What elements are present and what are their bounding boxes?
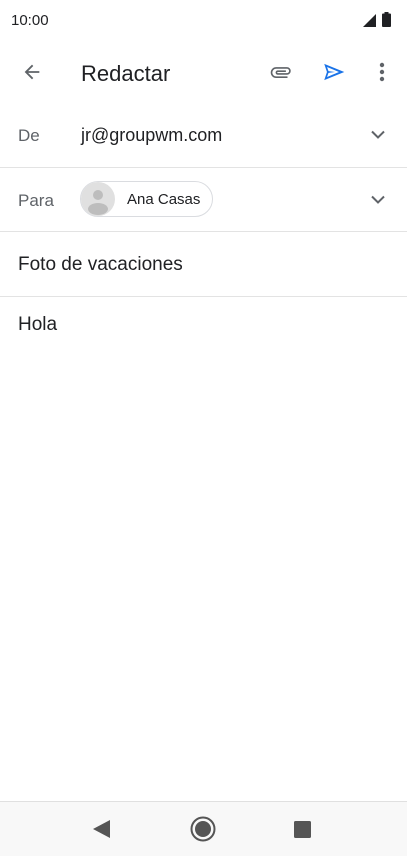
status-time: 10:00 [11,12,49,29]
nav-back-icon[interactable] [93,820,111,838]
subject-field[interactable]: Foto de vacaciones [18,254,183,276]
chevron-down-icon[interactable] [371,130,385,139]
recipient-chip[interactable]: Ana Casas [80,181,213,217]
send-button[interactable] [316,54,352,90]
navigation-bar [0,801,407,856]
from-account[interactable]: jr@groupwm.com [81,125,222,146]
message-body[interactable]: Hola [18,314,57,336]
from-label: De [18,126,40,145]
to-row[interactable]: Para Ana Casas [0,168,407,232]
send-icon [324,63,345,81]
back-arrow-icon [24,64,40,80]
from-row[interactable]: De jr@groupwm.com [0,104,407,168]
avatar-placeholder-icon [88,190,108,215]
signal-icon [363,14,376,27]
status-bar: 10:00 [0,0,407,40]
subject-row[interactable]: Foto de vacaciones [0,232,407,297]
avatar [81,182,115,216]
back-button[interactable] [14,54,50,90]
battery-icon [382,12,391,27]
more-options-button[interactable] [366,54,398,90]
compose-toolbar: Redactar [0,40,407,104]
to-label: Para [18,191,54,210]
attach-button[interactable] [262,54,300,90]
nav-recents-icon[interactable] [294,821,311,838]
more-vert-icon [379,62,385,82]
page-title: Redactar [81,61,171,86]
chevron-down-icon[interactable] [371,195,385,204]
nav-home-icon[interactable] [190,816,216,842]
status-icons [363,12,391,27]
attach-icon [270,67,291,78]
recipient-name: Ana Casas [127,190,201,208]
